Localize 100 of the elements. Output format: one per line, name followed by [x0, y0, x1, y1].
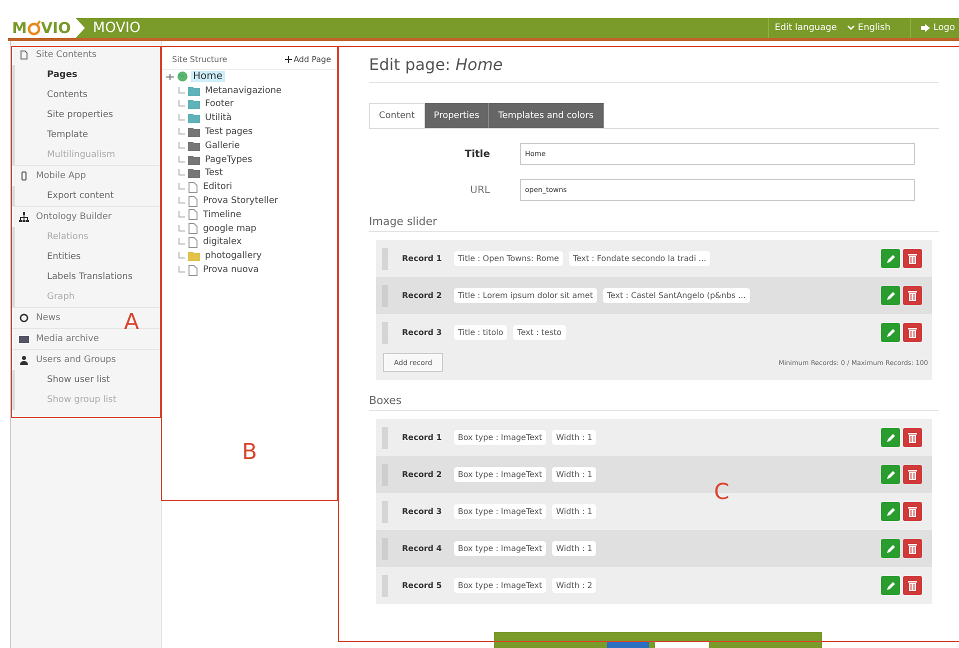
pencil-icon	[886, 254, 896, 264]
tree-node[interactable]: google map	[201, 224, 258, 234]
sidebar-item[interactable]: Site properties	[15, 105, 161, 125]
delete-button[interactable]	[903, 502, 922, 521]
sidebar-item[interactable]: Show user list	[15, 370, 161, 390]
edit-button[interactable]	[881, 502, 900, 521]
pencil-icon	[886, 328, 896, 338]
sidebar-item[interactable]: Template	[15, 125, 161, 145]
section-title: Boxes	[369, 394, 939, 411]
drag-handle-icon[interactable]	[382, 574, 388, 596]
panel-title: Site Structure	[172, 54, 228, 64]
pencil-icon	[886, 580, 896, 590]
delete-button[interactable]	[903, 286, 922, 305]
record-value: Title : titolo	[454, 325, 508, 340]
tree-node[interactable]: Prova Storyteller	[201, 196, 280, 206]
sidebar-section[interactable]: Site Contents	[11, 45, 101, 65]
tree-node[interactable]: Home	[191, 71, 225, 82]
record-label: Record 4	[402, 544, 442, 553]
folder-icon	[188, 154, 200, 165]
sidebar-section[interactable]: News	[11, 308, 64, 328]
edit-button[interactable]	[881, 286, 900, 305]
trash-icon	[908, 290, 917, 301]
tree-node[interactable]: Test	[203, 168, 225, 178]
sidebar-item[interactable]: Export content	[15, 186, 161, 206]
drag-handle-icon[interactable]	[382, 464, 388, 486]
page-title: Edit page: Home	[369, 55, 939, 83]
tree-node[interactable]: Utilità	[203, 113, 234, 124]
pencil-icon	[886, 544, 896, 554]
trash-icon	[908, 506, 917, 517]
sidebar-item[interactable]: Entities	[15, 247, 161, 267]
edit-button[interactable]	[881, 465, 900, 484]
sidebar-item[interactable]: Pages	[15, 65, 161, 85]
picture-icon	[19, 334, 29, 344]
magnifier-logo-icon	[26, 20, 42, 36]
sidebar-item[interactable]: Labels Translations	[15, 267, 161, 287]
drag-handle-icon[interactable]	[382, 500, 388, 522]
delete-button[interactable]	[903, 428, 922, 447]
tree-node[interactable]: Metanavigazione	[203, 86, 284, 96]
delete-button[interactable]	[903, 539, 922, 558]
annotation-letter: C	[714, 480, 730, 505]
chevron-down-icon	[846, 25, 855, 31]
drag-handle-icon[interactable]	[382, 426, 388, 448]
page-icon	[188, 209, 198, 220]
edit-button[interactable]	[881, 428, 900, 447]
pencil-icon	[886, 432, 896, 442]
folder-icon	[188, 127, 200, 138]
record-label: Record 3	[402, 507, 442, 516]
logout-icon	[921, 24, 930, 32]
tree-node[interactable]: Timeline	[201, 210, 244, 220]
sidebar-section[interactable]: Media archive	[11, 329, 103, 349]
tree-node[interactable]: Editori	[201, 182, 234, 192]
tree-node[interactable]: Footer	[203, 99, 236, 110]
record-value: Width : 1	[552, 430, 596, 445]
annotation-letter: B	[242, 440, 258, 465]
drag-handle-icon[interactable]	[382, 248, 388, 270]
trash-icon	[908, 327, 917, 338]
edit-button[interactable]	[881, 539, 900, 558]
add-page-button[interactable]: Add Page	[284, 54, 331, 64]
delete-button[interactable]	[903, 323, 922, 342]
drag-handle-icon[interactable]	[382, 538, 388, 560]
tree-node[interactable]: Test pages	[203, 127, 255, 138]
record-label: Record 2	[402, 291, 442, 300]
sidebar-section[interactable]: Users and Groups	[11, 350, 120, 370]
delete-button[interactable]	[903, 576, 922, 595]
sidebar-item[interactable]: Contents	[15, 85, 161, 105]
delete-button[interactable]	[903, 249, 922, 268]
edit-button[interactable]	[881, 323, 900, 342]
tree-node[interactable]: PageTypes	[203, 154, 254, 165]
tab[interactable]: Content	[369, 103, 425, 128]
tab[interactable]: Templates and colors	[489, 103, 604, 128]
record-label: Record 5	[402, 581, 442, 590]
record-label: Record 1	[402, 433, 442, 442]
record-value: Width : 1	[552, 541, 596, 556]
brand-title: MOVIO	[92, 20, 140, 36]
page-icon	[188, 264, 198, 276]
record-value: Width : 1	[552, 467, 596, 482]
drag-handle-icon[interactable]	[382, 284, 388, 306]
tab[interactable]: Properties	[424, 103, 490, 128]
trash-icon	[908, 580, 917, 591]
record-label: Record 1	[402, 254, 442, 263]
tree-node[interactable]: digitalex	[201, 237, 244, 248]
tree-node[interactable]: Gallerie	[203, 140, 242, 151]
page-icon	[188, 236, 198, 248]
trash-icon	[908, 432, 917, 443]
drag-handle-icon[interactable]	[382, 322, 388, 344]
delete-button[interactable]	[903, 465, 922, 484]
record-value: Width : 2	[552, 578, 596, 593]
record-value: Text : testo	[513, 325, 566, 340]
logo-text: M	[12, 19, 27, 37]
edit-button[interactable]	[881, 249, 900, 268]
sidebar-section[interactable]: Mobile App	[11, 166, 90, 186]
sidebar-section[interactable]: Ontology Builder	[11, 207, 116, 227]
edit-button[interactable]	[881, 576, 900, 595]
pencil-icon	[886, 470, 896, 480]
record-value: Text : Castel SantAngelo (p&nbs ...	[603, 288, 750, 303]
tree-node[interactable]: photogallery	[203, 251, 264, 262]
page-icon	[188, 196, 198, 207]
record-value: Box type : ImageText	[454, 541, 546, 556]
phone-icon	[19, 171, 29, 181]
tree-node[interactable]: Prova nuova	[201, 265, 261, 276]
